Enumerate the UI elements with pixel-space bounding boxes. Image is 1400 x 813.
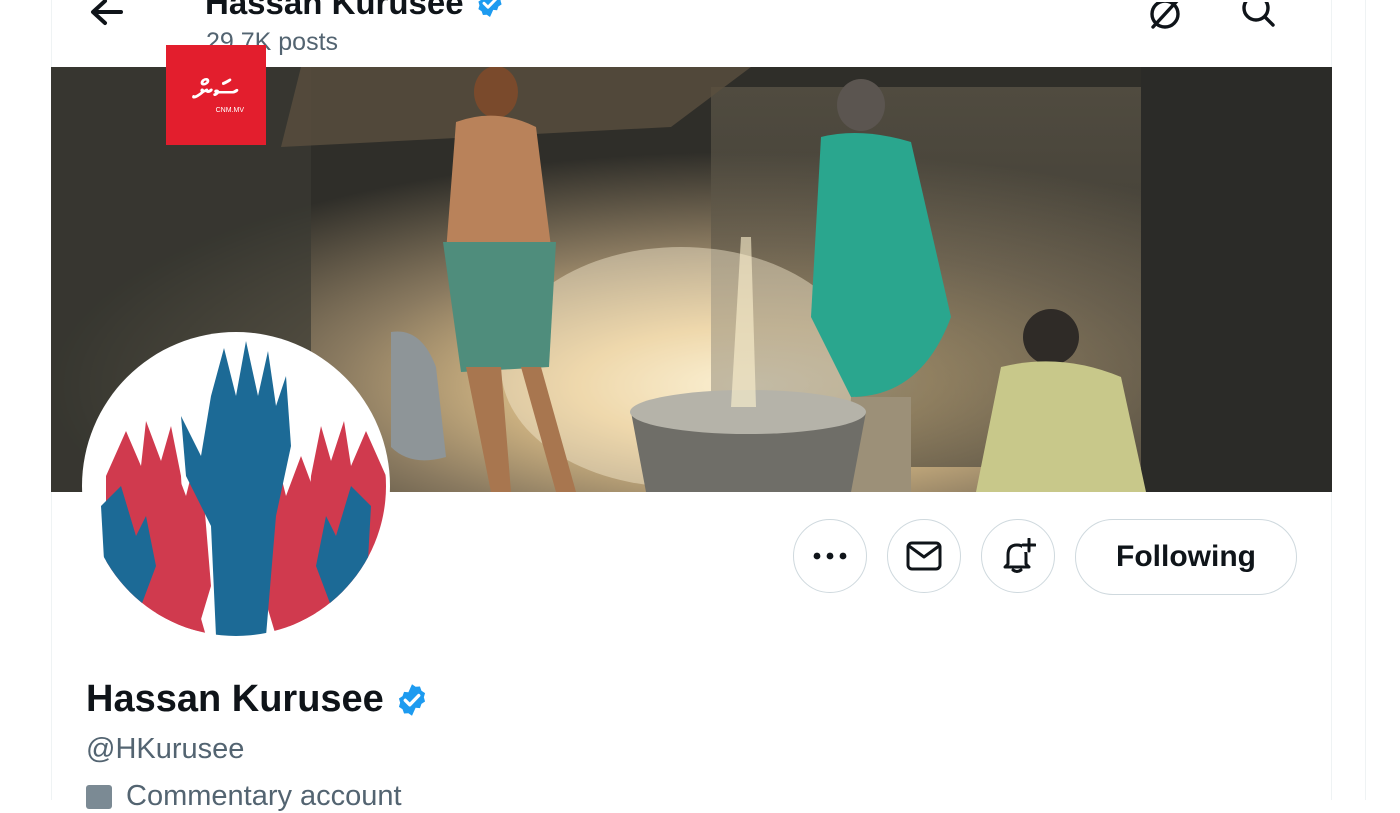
- search-button[interactable]: [1238, 0, 1278, 34]
- header-title: Hassan Kurusee: [205, 0, 464, 21]
- hands-avatar-image: [90, 340, 386, 636]
- grok-button[interactable]: [1145, 0, 1185, 34]
- profile-avatar[interactable]: [86, 336, 386, 636]
- profile-name: Hassan Kurusee: [86, 678, 384, 720]
- envelope-icon: [906, 541, 942, 571]
- category-label: Commentary account: [126, 780, 402, 812]
- grok-icon: [1145, 0, 1185, 29]
- right-divider: [1365, 0, 1366, 800]
- logo-domain: CNM.MV: [215, 106, 244, 114]
- header-title-row: Hassan Kurusee: [205, 0, 506, 22]
- profile-handle: @HKurusee: [86, 733, 245, 765]
- profile-category: Commentary account: [86, 780, 402, 813]
- back-arrow-icon: [91, 0, 123, 25]
- verified-badge-icon: [478, 0, 502, 17]
- message-button[interactable]: [887, 519, 961, 593]
- notifications-button[interactable]: [981, 519, 1055, 593]
- search-icon: [1238, 0, 1278, 27]
- more-dots-icon: [813, 552, 847, 560]
- profile-name-row: Hassan Kurusee: [86, 678, 430, 721]
- commentary-icon: [86, 784, 112, 809]
- back-button[interactable]: [85, 0, 129, 26]
- bell-plus-icon: [1003, 538, 1036, 573]
- watermark-logo: ސަން CNM.MV: [166, 45, 266, 145]
- verified-badge-icon: [398, 683, 425, 716]
- logo-text: ސަން: [192, 73, 240, 107]
- following-button[interactable]: Following: [1075, 519, 1297, 595]
- more-button[interactable]: [793, 519, 867, 593]
